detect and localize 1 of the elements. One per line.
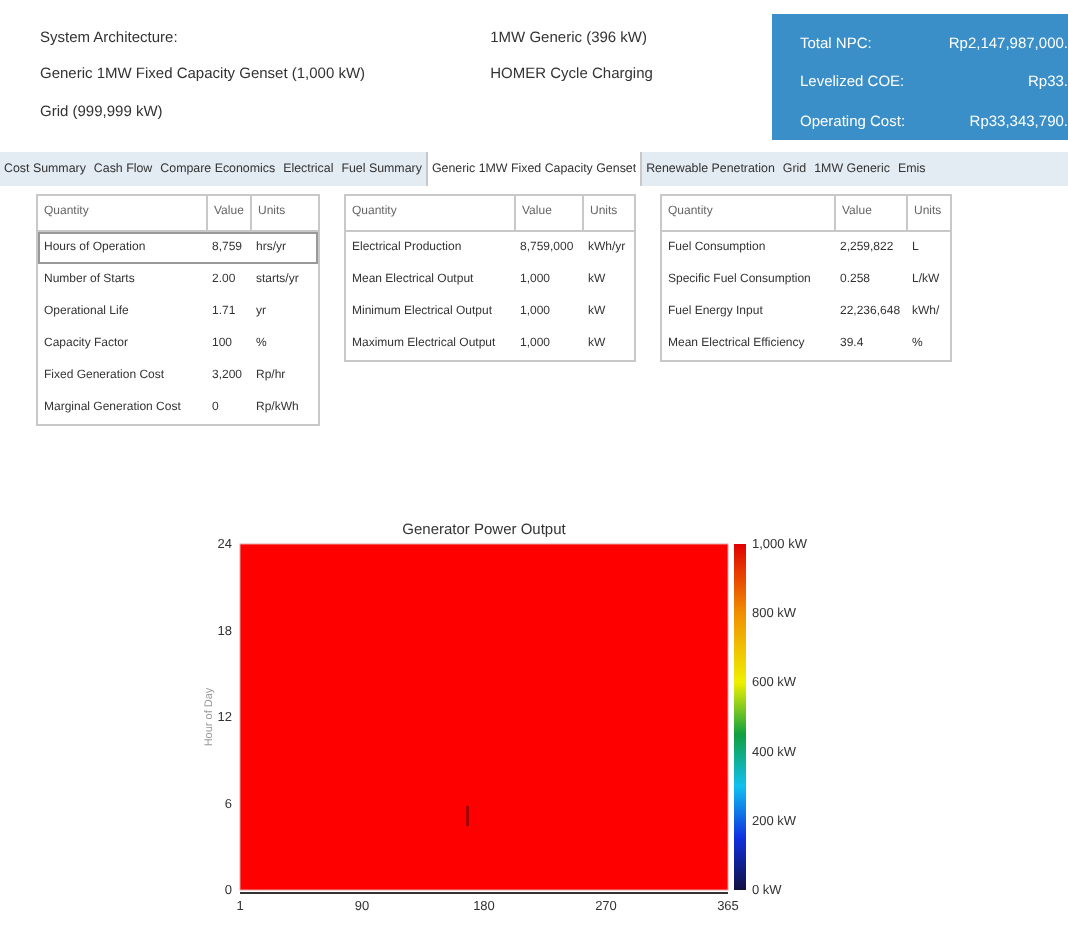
heatmap-mark: [466, 806, 469, 826]
